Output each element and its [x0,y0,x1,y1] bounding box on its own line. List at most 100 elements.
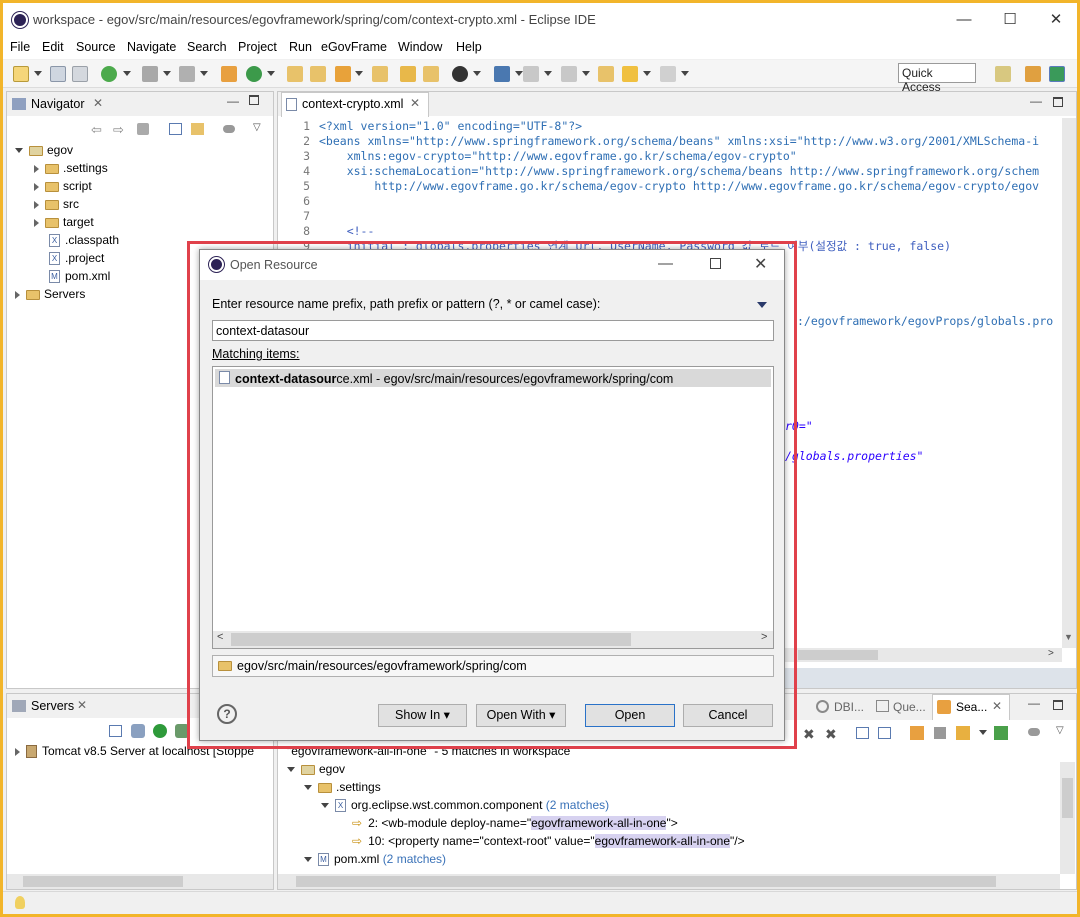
next-annotation-icon[interactable] [523,66,539,82]
scrollbar-thumb[interactable] [1062,778,1073,818]
show-in-button[interactable]: Show In ▾ [378,704,467,727]
search-tree-settings[interactable]: .settings [304,780,381,794]
egov-perspective-icon[interactable] [1049,66,1065,82]
remove-all-icon[interactable]: ✖ [825,726,837,743]
search-match-line[interactable]: ⇨ 10: <property name="context-root" value… [352,834,745,848]
lightbulb-icon[interactable] [15,896,25,909]
prev-annotation-icon[interactable] [561,66,577,82]
tree-item-settings[interactable]: .settings [34,161,108,175]
run-icon[interactable] [246,66,262,82]
tree-item-egov[interactable]: egov [15,143,73,157]
tree-item-classpath[interactable]: X .classpath [49,233,119,248]
search-tree-component[interactable]: Xorg.eclipse.wst.common.component (2 mat… [321,798,609,813]
forward-icon[interactable]: ⇨ [113,122,124,138]
annotation-icon[interactable] [400,66,416,82]
chevron-down-icon[interactable]: ▼ [1064,632,1073,642]
collapse-all-icon[interactable] [878,727,891,739]
filters-icon[interactable] [1028,728,1040,736]
menu-search[interactable]: Search [187,40,227,54]
maximize-button[interactable]: ☐ [987,3,1033,37]
collapse-icon[interactable] [109,725,122,737]
chevron-right-icon[interactable]: > [761,631,767,643]
menu-file[interactable]: File [10,40,30,54]
scrollbar-thumb[interactable] [798,650,878,660]
perspective-user-icon[interactable] [452,66,468,82]
remove-match-icon[interactable]: ✖ [803,726,815,743]
maximize-view-icon[interactable] [249,95,259,105]
open-button[interactable]: Open [585,704,675,727]
last-edit-icon[interactable] [598,66,614,82]
start-server-icon[interactable] [153,724,167,738]
search-tree-egov[interactable]: egov [287,762,345,776]
console-icon[interactable] [494,66,510,82]
search-match-line[interactable]: ⇨ 2: <wb-module deploy-name="egovframewor… [352,816,678,830]
java-ee-perspective-icon[interactable] [1025,66,1041,82]
dialog-maximize-button[interactable] [710,258,721,269]
tree-item-servers[interactable]: Servers [15,287,85,301]
menu-edit[interactable]: Edit [42,40,64,54]
pattern-input[interactable] [212,320,774,341]
mark-icon[interactable] [423,66,439,82]
close-button[interactable]: ✕ [1033,3,1079,37]
expand-all-icon[interactable] [856,727,869,739]
cancel-search-icon[interactable] [934,727,946,739]
matching-items-list[interactable]: context-datasource.xml - egov/src/main/r… [212,366,774,649]
refresh-search-icon[interactable] [910,726,924,740]
servers-title[interactable]: Servers [31,699,74,713]
tree-item-project[interactable]: X .project [49,251,104,266]
new-icon[interactable] [13,66,29,82]
back-icon[interactable]: ⇦ [91,122,102,138]
debug-server-icon[interactable] [131,724,145,738]
minimize-view-icon[interactable]: — [1028,696,1040,710]
menu-help[interactable]: Help [456,40,482,54]
close-tab-icon[interactable]: ✕ [992,699,1002,713]
open-type-icon[interactable] [287,66,303,82]
close-tab-icon[interactable]: ✕ [93,96,103,110]
filters-icon[interactable] [223,125,235,133]
dropdown-triangle-icon[interactable] [757,302,767,308]
open-folder-icon[interactable] [310,66,326,82]
dialog-minimize-button[interactable]: — [658,255,673,272]
dialog-close-button[interactable]: ✕ [754,254,767,274]
open-with-button[interactable]: Open With ▾ [476,704,566,727]
maximize-view-icon[interactable] [1053,97,1063,107]
menu-run[interactable]: Run [289,40,312,54]
scrollbar-thumb[interactable] [23,876,183,887]
chevron-right-icon[interactable]: > [1048,648,1054,659]
maximize-view-icon[interactable] [1053,700,1063,710]
code-area[interactable]: <?xml version="1.0" encoding="UTF-8"?> <… [319,119,1054,259]
menu-window[interactable]: Window [398,40,442,54]
open-perspective-icon[interactable] [995,66,1011,82]
minimize-view-icon[interactable]: — [227,94,239,108]
task-icon[interactable] [335,66,351,82]
editor-vertical-scrollbar[interactable] [1062,118,1076,648]
tab-query[interactable]: Que... [893,700,926,714]
navigator-title[interactable]: Navigator [31,97,85,111]
debug-run-icon[interactable] [101,66,117,82]
save-all-icon[interactable] [72,66,88,82]
forward-arrow-icon[interactable] [660,66,676,82]
tree-item-script[interactable]: script [34,179,92,193]
link-editor-icon[interactable] [191,123,204,135]
tree-item-target[interactable]: target [34,215,94,229]
minimize-button[interactable]: — [941,3,987,37]
close-tab-icon[interactable]: ✕ [77,698,87,712]
close-tab-icon[interactable]: ✕ [410,96,420,110]
menu-egovframe[interactable]: eGovFrame [321,40,387,54]
open-resource-icon[interactable] [372,66,388,82]
menu-source[interactable]: Source [76,40,116,54]
collapse-all-icon[interactable] [169,123,182,135]
chevron-down-icon[interactable] [979,730,987,735]
help-icon[interactable]: ? [217,704,237,724]
search-history-icon[interactable] [956,726,970,740]
menu-project[interactable]: Project [238,40,277,54]
chevron-left-icon[interactable]: < [217,631,223,643]
search-tree-pom[interactable]: Mpom.xml (2 matches) [304,852,446,867]
tree-item-src[interactable]: src [34,197,79,211]
scrollbar-thumb[interactable] [231,633,631,646]
tab-dbi[interactable]: DBI... [834,700,864,714]
stop-icon[interactable] [142,66,158,82]
pin-icon[interactable] [994,726,1008,740]
quick-access-field[interactable]: Quick Access [898,63,976,94]
cancel-button[interactable]: Cancel [683,704,773,727]
